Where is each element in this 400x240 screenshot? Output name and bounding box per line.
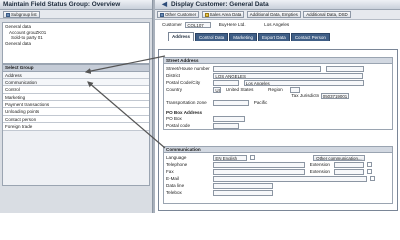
transport-zone-field[interactable] <box>213 100 250 106</box>
customer-number-field[interactable]: COL107 <box>185 22 212 28</box>
field-status-window: Maintain Field Status Group: Overview Su… <box>0 0 153 213</box>
tree-item-general-data-2: General data <box>5 40 32 46</box>
po-box-field[interactable] <box>213 116 246 122</box>
tab-strip: Address Control Data Marketing Export Data C… <box>155 32 400 41</box>
postal-city-row: Postal Code/City Los Angeles <box>166 80 364 86</box>
street-address-header: Street Address <box>164 58 392 64</box>
group-item-foreign-trade[interactable]: Foreign trade <box>3 123 149 131</box>
customer-icon <box>160 12 164 17</box>
other-customer-button[interactable]: Other Customer <box>157 11 200 18</box>
telephone-extension-field[interactable] <box>334 162 365 168</box>
dataline-row: Data line <box>166 183 274 189</box>
fax-extension-label: Extension <box>309 169 330 174</box>
fax-extension-field[interactable] <box>334 169 365 175</box>
district-row: District LOS ANGELES <box>166 73 364 79</box>
postal-city-label: Postal Code/City <box>166 80 201 85</box>
other-communication-button[interactable]: Other communication... <box>313 155 365 161</box>
district-field[interactable]: LOS ANGELES <box>213 73 364 79</box>
language-label: Language <box>166 155 187 160</box>
tab-marketing[interactable]: Marketing <box>229 33 258 41</box>
po-postal-row: Postal code <box>166 123 240 129</box>
tax-jurisdiction-field[interactable]: 0503719001 <box>320 93 349 99</box>
district-label: District <box>166 73 181 78</box>
extension-label: Extension <box>309 162 330 167</box>
customer-city: Los Angeles <box>264 22 290 27</box>
tab-address[interactable]: Address <box>168 32 195 41</box>
telebox-field[interactable] <box>213 190 274 196</box>
select-group-list: Select Group Address Communication Contr… <box>2 64 150 186</box>
fax-more-icon[interactable] <box>366 169 372 174</box>
transport-zone-row: Transportation zone Pacific <box>166 100 297 106</box>
group-item-contact-person[interactable]: Contact person <box>3 115 149 124</box>
communication-header: Communication <box>164 147 392 153</box>
dataline-label: Data line <box>166 183 185 188</box>
list-icon <box>6 12 10 17</box>
tax-jurisdiction-label: Tax Jurisdictn <box>291 93 320 98</box>
group-item-payment-transactions[interactable]: Payment transactions <box>3 101 149 109</box>
telephone-more-icon[interactable] <box>366 162 372 167</box>
group-item-control[interactable]: Control <box>3 86 149 94</box>
street-row: Street/House number <box>166 66 364 72</box>
left-toolbar: Subgroup list <box>0 10 152 19</box>
customer-name: BuyHere Ltd. <box>218 22 246 27</box>
language-select[interactable]: EN English <box>213 155 248 161</box>
telephone-field[interactable] <box>213 162 306 168</box>
telebox-label: Telebox <box>166 190 182 195</box>
group-item-communication[interactable]: Communication <box>3 78 149 87</box>
telebox-row: Telebox <box>166 190 274 196</box>
transport-zone-label: Transportation zone <box>166 100 207 105</box>
house-number-field[interactable] <box>325 66 364 72</box>
group-item-marketing[interactable]: Marketing <box>3 93 149 102</box>
back-arrow-icon[interactable]: ◀ <box>162 0 168 10</box>
right-toolbar: Other Customer Sales Area Data Additiona… <box>155 10 400 20</box>
left-window-title: Maintain Field Status Group: Overview <box>0 0 152 10</box>
group-item-address[interactable]: Address <box>3 71 149 79</box>
group-tree: General data Account grouZK01 Sold-to pa… <box>2 22 150 64</box>
pacific-label: Pacific <box>253 100 268 105</box>
fax-label: Fax <box>166 169 174 174</box>
address-tab-body: Street Address Street/House number Distr… <box>158 49 398 211</box>
po-postal-label: Postal code <box>166 123 191 128</box>
po-box-row: PO Box <box>166 116 246 122</box>
street-field[interactable] <box>213 66 322 72</box>
email-row: E-Mail <box>166 176 375 182</box>
communication-group: Communication Language EN English Other … <box>163 146 393 204</box>
sales-icon <box>204 12 209 17</box>
dataline-field[interactable] <box>213 183 274 189</box>
email-label: E-Mail <box>166 176 180 181</box>
subgroup-list-button[interactable]: Subgroup list <box>3 11 40 18</box>
additional-data-dsd-button[interactable]: Additional Data, DSD <box>303 11 351 18</box>
right-window-title: ◀ Display Customer: General Data <box>155 0 400 10</box>
additional-data-empties-button[interactable]: Additional Data, Empties <box>246 11 301 18</box>
tab-contact-person[interactable]: Contact Person <box>290 33 330 41</box>
language-dropdown-icon[interactable] <box>249 155 255 160</box>
po-box-label: PO Box <box>166 116 182 121</box>
customer-header-row: Customer COL107 BuyHere Ltd. Los Angeles <box>155 20 400 30</box>
sales-area-data-button[interactable]: Sales Area Data <box>201 11 245 18</box>
telephone-label: Telephone <box>166 162 188 167</box>
email-more-icon[interactable] <box>369 176 375 181</box>
tab-export-data[interactable]: Export Data <box>258 33 290 41</box>
po-postal-field[interactable] <box>213 123 240 129</box>
postal-code-field[interactable] <box>213 80 240 86</box>
fax-field[interactable] <box>213 169 306 175</box>
street-label: Street/House number <box>166 66 210 71</box>
display-customer-window: ◀ Display Customer: General Data Other Cu… <box>155 0 400 213</box>
city-field[interactable]: Los Angeles <box>243 80 364 86</box>
group-item-unloading-points[interactable]: Unloading points <box>3 108 149 116</box>
tab-control-data[interactable]: Control Data <box>195 33 229 41</box>
telephone-row: Telephone Extension <box>166 162 372 168</box>
language-row: Language EN English Other communication.… <box>166 155 365 161</box>
fax-row: Fax Extension <box>166 169 372 175</box>
street-address-group: Street Address Street/House number Distr… <box>163 57 393 130</box>
tax-row: Tax Jurisdictn 0503719001 <box>166 93 349 99</box>
customer-label: Customer <box>162 22 182 27</box>
email-field[interactable] <box>213 176 368 182</box>
